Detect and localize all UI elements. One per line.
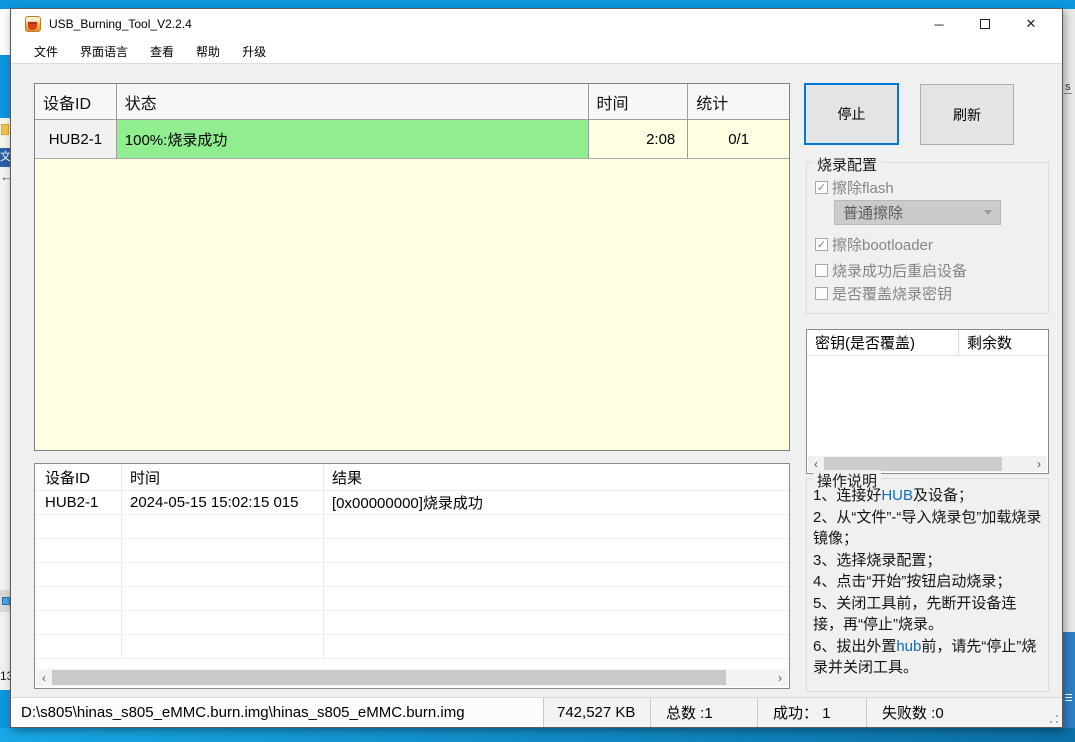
device-id-cell: HUB2-1	[35, 120, 117, 159]
key-table-header: 密钥(是否覆盖) 剩余数	[807, 330, 1048, 356]
checkbox-overwrite-key[interactable]: 是否覆盖烧录密钥	[815, 283, 952, 304]
log-result: [0x00000000]烧录成功	[332, 495, 483, 512]
header-remaining: 剩余数	[967, 335, 1013, 352]
log-empty-row	[35, 539, 789, 563]
menubar: 文件 界面语言 查看 帮助 升级	[11, 39, 1062, 64]
instr-line-5: 5、关闭工具前，先断开设备连接，再“停止”烧录。	[813, 594, 1017, 634]
log-empty-row	[35, 611, 789, 635]
scrollbar-thumb[interactable]	[52, 670, 726, 685]
background-number: 13	[0, 665, 10, 690]
header-device-id: 设备ID	[35, 84, 117, 120]
burn-status-cell: 100%:烧录成功	[116, 120, 589, 159]
scroll-right-icon[interactable]: ›	[772, 670, 788, 686]
checkbox-reboot-after-success[interactable]: 烧录成功后重启设备	[815, 260, 967, 281]
stop-button[interactable]: 停止	[804, 83, 899, 145]
erase-mode-dropdown[interactable]: 普通擦除	[834, 200, 1001, 225]
status-file-path: D:\s805\hinas_s805_eMMC.burn.img\hinas_s…	[11, 698, 544, 727]
log-time: 2024-05-15 15:02:15 015	[122, 491, 324, 514]
burn-config-title: 烧录配置	[813, 154, 882, 175]
usb-burning-tool-window: USB_Burning_Tool_V2.2.4 ─ ✕ 文件 界面语言 查看 帮…	[10, 8, 1063, 728]
scrollbar-thumb[interactable]	[824, 457, 1002, 471]
log-row[interactable]: HUB2-1 2024-05-15 15:02:15 015 [0x000000…	[35, 491, 789, 515]
instructions-group: 操作说明 1、连接好HUB及设备； 2、从“文件”-“导入烧录包”加载烧录镜像；…	[806, 470, 1049, 692]
checkbox-erase-flash[interactable]: ✓ 擦除flash	[815, 177, 894, 198]
device-progress-table: 设备ID 状态 时间 统计 HUB2-1 100%:烧录成功 2:08 0/1	[34, 83, 790, 451]
scroll-right-icon[interactable]: ›	[1031, 456, 1047, 472]
key-table: 密钥(是否覆盖) 剩余数 ‹ ›	[806, 329, 1049, 474]
status-bar: D:\s805\hinas_s805_eMMC.burn.img\hinas_s…	[11, 697, 1062, 727]
minimize-button[interactable]: ─	[916, 9, 962, 39]
list-icon	[1063, 632, 1075, 733]
scroll-left-icon[interactable]: ‹	[36, 670, 52, 686]
log-table: 设备ID 时间 结果 HUB2-1 2024-05-15 15:02:15 01…	[34, 463, 790, 689]
log-table-hscrollbar[interactable]: ‹ ›	[36, 669, 788, 686]
log-empty-row	[35, 635, 789, 659]
instr-line-2: 2、从“文件”-“导入烧录包”加载烧录镜像；	[813, 508, 1042, 548]
instr-line-1: 1、连接好HUB及设备；	[813, 487, 974, 504]
background-segment	[0, 55, 10, 118]
instructions-text: 1、连接好HUB及设备； 2、从“文件”-“导入烧录包”加载烧录镜像； 3、选择…	[813, 485, 1044, 679]
resize-grip[interactable]	[1049, 714, 1059, 724]
window-controls: ─ ✕	[916, 9, 1054, 39]
checkbox-label: 烧录成功后重启设备	[832, 263, 968, 280]
background-label: 文	[0, 148, 10, 167]
erase-mode-value: 普通擦除	[843, 205, 904, 222]
status-file-size: 742,527 KB	[544, 698, 651, 727]
status-success-count: 成功： 1	[758, 698, 867, 727]
header-time: 时间	[588, 84, 689, 120]
burn-time-cell: 2:08	[588, 120, 689, 159]
status-failed-count: 失败数 :0	[882, 705, 944, 722]
menu-upgrade[interactable]: 升级	[242, 43, 266, 60]
maximize-button[interactable]	[962, 9, 1008, 39]
log-table-header: 设备ID 时间 结果	[35, 464, 789, 491]
menu-language[interactable]: 界面语言	[80, 43, 128, 60]
menu-file[interactable]: 文件	[34, 43, 58, 60]
header-device-id: 设备ID	[35, 464, 122, 490]
checkbox-icon	[815, 264, 828, 277]
back-arrow-icon: ←	[0, 167, 10, 188]
header-time: 时间	[122, 464, 324, 490]
chevron-down-icon	[984, 210, 992, 215]
checkbox-label: 擦除flash	[832, 180, 894, 197]
instr-line-4: 4、点击“开始”按钮启动烧录；	[813, 573, 1012, 590]
checkbox-label: 擦除bootloader	[832, 237, 933, 254]
log-empty-row	[35, 587, 789, 611]
header-key: 密钥(是否覆盖)	[807, 330, 959, 355]
computer-icon	[0, 590, 10, 612]
checkbox-label: 是否覆盖烧录密钥	[832, 286, 953, 303]
checkbox-icon: ✓	[815, 181, 828, 194]
log-empty-row	[35, 515, 789, 539]
checkbox-erase-bootloader[interactable]: ✓ 擦除bootloader	[815, 234, 933, 255]
checkbox-icon: ✓	[815, 238, 828, 251]
checkbox-icon	[815, 287, 828, 300]
header-status: 状态	[116, 84, 589, 120]
burn-config-group: 烧录配置 ✓ 擦除flash 普通擦除 ✓ 擦除bootloader 烧录成功后…	[806, 154, 1049, 314]
menu-help[interactable]: 帮助	[196, 43, 220, 60]
titlebar: USB_Burning_Tool_V2.2.4 ─ ✕	[11, 9, 1062, 39]
background-text-fragment: s	[1064, 81, 1072, 94]
maximize-icon	[980, 19, 990, 29]
app-icon	[25, 16, 41, 32]
refresh-button[interactable]: 刷新	[920, 84, 1014, 145]
background-window-sliver: s	[1063, 9, 1075, 733]
status-total-count: 总数 :1	[651, 698, 758, 727]
instr-line-6: 6、拔出外置hub前，请先“停止”烧录并关闭工具。	[813, 637, 1037, 677]
instr-line-3: 3、选择烧录配置；	[813, 551, 942, 569]
log-empty-row	[35, 563, 789, 587]
background-explorer-window-sliver: 文 ← 13	[0, 9, 10, 733]
burn-stats-cell: 0/1	[688, 120, 789, 159]
desktop: 文 ← 13 s USB_Burning_Tool_V2.2.4 ─ ✕ 文件 …	[0, 0, 1075, 742]
folder-icon	[0, 118, 10, 148]
menu-view[interactable]: 查看	[150, 43, 174, 60]
header-stats: 统计	[688, 84, 789, 120]
background-segment	[0, 690, 10, 733]
log-device-id: HUB2-1	[35, 491, 122, 514]
device-table-header: 设备ID 状态 时间 统计	[35, 84, 789, 120]
background-segment	[0, 9, 10, 55]
close-button[interactable]: ✕	[1008, 9, 1054, 39]
device-row[interactable]: HUB2-1 100%:烧录成功 2:08 0/1	[35, 120, 789, 159]
desktop-gradient-strip	[0, 728, 1075, 742]
header-result: 结果	[332, 469, 363, 487]
window-title: USB_Burning_Tool_V2.2.4	[49, 17, 192, 31]
